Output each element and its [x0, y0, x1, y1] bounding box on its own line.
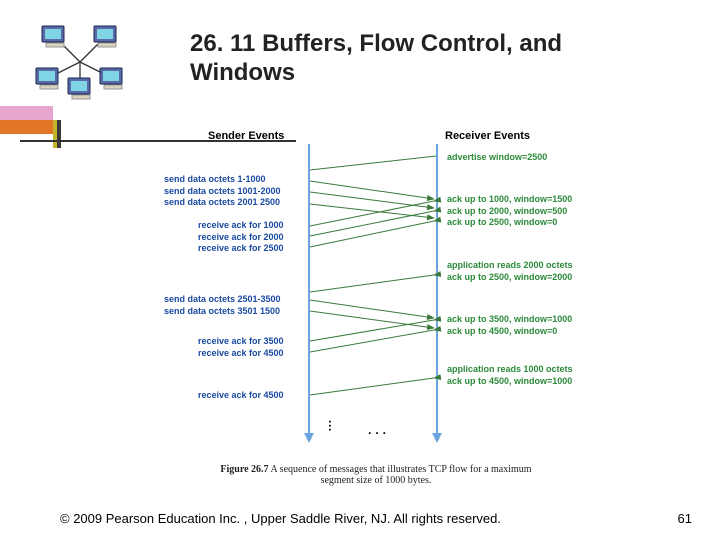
caption-text1: A sequence of messages that illustrates … [269, 464, 532, 475]
receiver-group-3: application reads 2000 octetsack up to 2… [447, 260, 573, 283]
receiver-group-4: ack up to 3500, window=1000ack up to 450… [447, 314, 572, 337]
center-ellipsis: · · · [368, 426, 387, 440]
figure-caption: Figure 26.7 A sequence of messages that … [176, 464, 576, 486]
caption-label: Figure 26.7 [220, 464, 268, 475]
copyright-text: © 2009 Pearson Education Inc. , Upper Sa… [60, 511, 501, 526]
sender-ellipsis: ··· [323, 420, 337, 432]
sender-group-5: receive ack for 4500 [198, 390, 284, 402]
caption-text2: segment size of 1000 bytes. [321, 475, 432, 486]
sender-group-2: receive ack for 1000receive ack for 2000… [198, 220, 284, 255]
sender-group-3: send data octets 2501-3500send data octe… [164, 294, 281, 317]
receiver-group-5: application reads 1000 octetsack up to 4… [447, 364, 573, 387]
message-arrows [0, 0, 720, 540]
sender-group-1: send data octets 1-1000send data octets … [164, 174, 281, 209]
receiver-group-1: advertise window=2500 [447, 152, 547, 164]
receiver-group-2: ack up to 1000, window=1500ack up to 200… [447, 194, 572, 229]
sender-group-4: receive ack for 3500receive ack for 4500 [198, 336, 284, 359]
page-number: 61 [678, 511, 692, 526]
